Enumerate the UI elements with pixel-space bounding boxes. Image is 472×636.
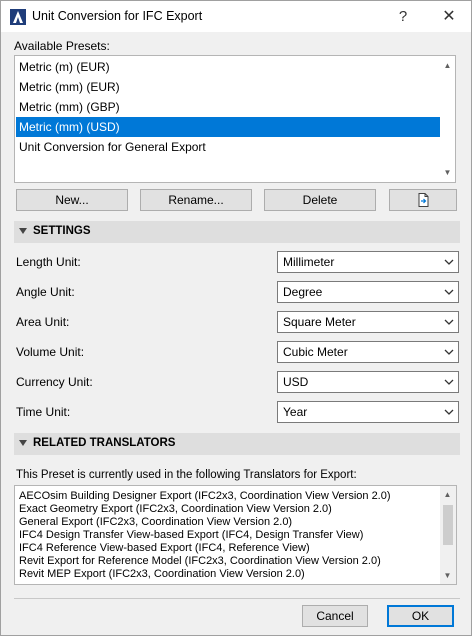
list-item: AECOsim Building Designer Export (IFC2x3… [19, 490, 391, 502]
angle-unit-value: Degree [283, 285, 323, 299]
list-item: Revit MEP Export (IFC2x3, Coordination V… [19, 568, 305, 580]
app-icon [10, 9, 26, 25]
area-unit-select[interactable]: Square Meter [277, 311, 459, 333]
volume-unit-select[interactable]: Cubic Meter [277, 341, 459, 363]
list-item: Exact Geometry Export (IFC2x3, Coordinat… [19, 503, 332, 515]
export-preset-button[interactable] [389, 189, 457, 211]
settings-section-header[interactable]: SETTINGS [14, 221, 460, 243]
chevron-down-icon [444, 349, 454, 355]
list-item: General Export (IFC2x3, Coordination Vie… [19, 516, 293, 528]
help-button[interactable]: ? [390, 6, 416, 28]
presets-label: Available Presets: [14, 39, 110, 53]
translator-list-scrollbar[interactable]: ▲ ▼ [440, 486, 456, 584]
scrollbar-thumb[interactable] [443, 505, 453, 545]
preset-item[interactable]: Unit Conversion for General Export [16, 137, 442, 157]
translators-intro-text: This Preset is currently used in the fol… [16, 469, 357, 481]
currency-unit-value: USD [283, 375, 309, 389]
angle-unit-select[interactable]: Degree [277, 281, 459, 303]
area-unit-label: Area Unit: [16, 315, 70, 329]
time-unit-label: Time Unit: [16, 405, 71, 419]
translator-list[interactable]: AECOsim Building Designer Export (IFC2x3… [14, 485, 457, 585]
related-translators-header-text: RELATED TRANSLATORS [33, 437, 176, 449]
scroll-down-icon[interactable]: ▼ [440, 568, 455, 583]
list-item: Revit Export for Reference Model (IFC2x3… [19, 555, 381, 567]
length-unit-label: Length Unit: [16, 255, 81, 269]
volume-unit-label: Volume Unit: [16, 345, 85, 359]
preset-list-scrollbar[interactable]: ▲ ▼ [440, 56, 455, 182]
preset-item[interactable]: Metric (m) (EUR) [16, 57, 442, 77]
scroll-up-icon[interactable]: ▲ [440, 58, 455, 73]
angle-unit-label: Angle Unit: [16, 285, 75, 299]
currency-unit-label: Currency Unit: [16, 375, 93, 389]
volume-unit-value: Cubic Meter [283, 345, 348, 359]
dialog-window: Unit Conversion for IFC Export ? ✕ Avail… [0, 0, 472, 636]
length-unit-select[interactable]: Millimeter [277, 251, 459, 273]
preset-item[interactable]: Metric (mm) (EUR) [16, 77, 442, 97]
preset-list[interactable]: Metric (m) (EUR) Metric (mm) (EUR) Metri… [14, 55, 456, 183]
settings-header-text: SETTINGS [33, 225, 91, 237]
currency-unit-select[interactable]: USD [277, 371, 459, 393]
title-bar[interactable]: Unit Conversion for IFC Export ? ✕ [1, 1, 471, 32]
chevron-down-icon [444, 409, 454, 415]
related-translators-section-header[interactable]: RELATED TRANSLATORS [14, 433, 460, 455]
time-unit-select[interactable]: Year [277, 401, 459, 423]
length-unit-value: Millimeter [283, 255, 335, 269]
rename-preset-button[interactable]: Rename... [140, 189, 252, 211]
chevron-down-icon [444, 319, 454, 325]
preset-item[interactable]: Metric (mm) (GBP) [16, 97, 442, 117]
footer-divider [14, 598, 460, 599]
chevron-down-icon [444, 379, 454, 385]
export-file-icon [418, 193, 429, 207]
new-preset-button[interactable]: New... [16, 189, 128, 211]
list-item: IFC4 Design Transfer View-based Export (… [19, 529, 364, 541]
list-item: IFC4 Reference View-based Export (IFC4, … [19, 542, 310, 554]
ok-button[interactable]: OK [387, 605, 454, 627]
collapse-arrow-icon [19, 440, 27, 446]
cancel-button[interactable]: Cancel [302, 605, 368, 627]
chevron-down-icon [444, 289, 454, 295]
collapse-arrow-icon [19, 228, 27, 234]
time-unit-value: Year [283, 405, 308, 419]
scroll-up-icon[interactable]: ▲ [440, 487, 455, 502]
window-title: Unit Conversion for IFC Export [32, 9, 203, 23]
chevron-down-icon [444, 259, 454, 265]
delete-preset-button[interactable]: Delete [264, 189, 376, 211]
preset-item-selected[interactable]: Metric (mm) (USD) [16, 117, 442, 137]
scroll-down-icon[interactable]: ▼ [440, 165, 455, 180]
area-unit-value: Square Meter [283, 315, 356, 329]
close-button[interactable]: ✕ [436, 6, 462, 28]
